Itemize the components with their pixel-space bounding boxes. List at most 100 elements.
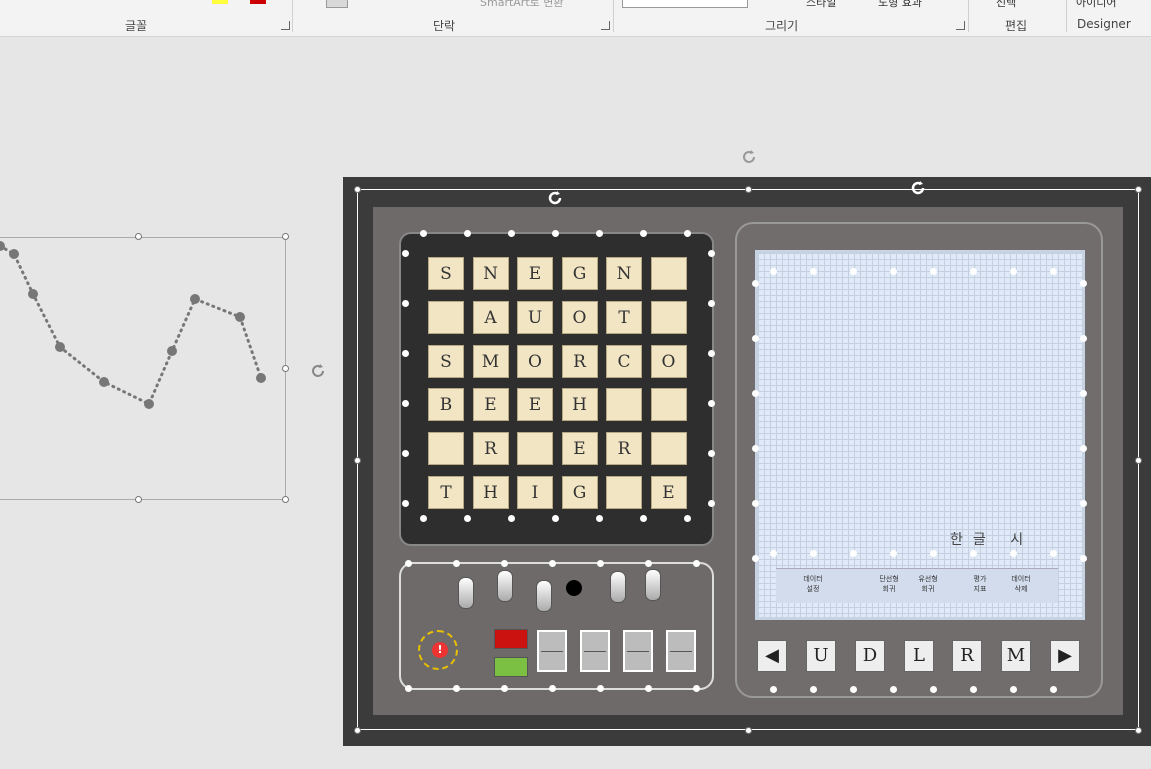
shape-point-handle[interactable]: [640, 515, 647, 522]
resize-handle[interactable]: [135, 496, 142, 503]
rotate-handle-icon[interactable]: [908, 178, 928, 198]
shape-point-handle[interactable]: [453, 560, 460, 567]
shape-point-handle[interactable]: [810, 550, 817, 557]
resize-handle[interactable]: [745, 186, 752, 193]
shape-point-handle[interactable]: [402, 350, 409, 357]
shape-point-handle[interactable]: [402, 300, 409, 307]
resize-handle[interactable]: [282, 365, 289, 372]
font-dialog-launcher-icon[interactable]: [281, 21, 290, 30]
shape-point-handle[interactable]: [640, 230, 647, 237]
resize-handle[interactable]: [1135, 186, 1142, 193]
shape-point-handle[interactable]: [708, 450, 715, 457]
shape-point-handle[interactable]: [402, 250, 409, 257]
resize-handle[interactable]: [282, 496, 289, 503]
smartart-convert-button[interactable]: SmartArt로 변환: [480, 0, 564, 10]
shape-point-handle[interactable]: [1080, 280, 1087, 287]
rotate-handle-icon[interactable]: [545, 188, 565, 208]
shape-point-handle[interactable]: [1010, 268, 1017, 275]
shape-point-handle[interactable]: [1050, 268, 1057, 275]
shape-point-handle[interactable]: [850, 268, 857, 275]
shape-point-handle[interactable]: [1080, 335, 1087, 342]
shape-point-handle[interactable]: [549, 560, 556, 567]
shape-point-handle[interactable]: [453, 685, 460, 692]
resize-handle[interactable]: [1135, 727, 1142, 734]
font-color-swatch[interactable]: [250, 0, 266, 4]
shape-point-handle[interactable]: [693, 685, 700, 692]
curve-chart[interactable]: [0, 240, 290, 510]
shape-point-handle[interactable]: [405, 685, 412, 692]
shape-point-handle[interactable]: [464, 230, 471, 237]
drawing-dialog-launcher-icon[interactable]: [956, 21, 965, 30]
shape-point-handle[interactable]: [970, 268, 977, 275]
shape-point-handle[interactable]: [970, 550, 977, 557]
shape-point-handle[interactable]: [752, 555, 759, 562]
paragraph-dialog-launcher-icon[interactable]: [601, 21, 610, 30]
shape-point-handle[interactable]: [850, 550, 857, 557]
shape-point-handle[interactable]: [770, 550, 777, 557]
resize-handle[interactable]: [1135, 457, 1142, 464]
shape-point-handle[interactable]: [970, 686, 977, 693]
shape-point-handle[interactable]: [850, 686, 857, 693]
shape-point-handle[interactable]: [930, 550, 937, 557]
shape-point-handle[interactable]: [1080, 500, 1087, 507]
shape-point-handle[interactable]: [752, 500, 759, 507]
shape-point-handle[interactable]: [752, 335, 759, 342]
resize-handle[interactable]: [354, 727, 361, 734]
shape-point-handle[interactable]: [402, 500, 409, 507]
shape-point-handle[interactable]: [810, 268, 817, 275]
shape-point-handle[interactable]: [508, 515, 515, 522]
shape-point-handle[interactable]: [1080, 390, 1087, 397]
shape-point-handle[interactable]: [420, 230, 427, 237]
shape-point-handle[interactable]: [1080, 445, 1087, 452]
shape-point-handle[interactable]: [770, 268, 777, 275]
shape-point-handle[interactable]: [596, 515, 603, 522]
shape-point-handle[interactable]: [684, 515, 691, 522]
shape-point-handle[interactable]: [708, 300, 715, 307]
shape-effects-button[interactable]: 도형 효과: [878, 0, 922, 10]
resize-handle[interactable]: [354, 457, 361, 464]
quick-styles-button[interactable]: 스타일: [806, 0, 836, 10]
resize-handle[interactable]: [135, 233, 142, 240]
shape-point-handle[interactable]: [596, 230, 603, 237]
shape-point-handle[interactable]: [645, 560, 652, 567]
shape-point-handle[interactable]: [890, 268, 897, 275]
shape-point-handle[interactable]: [1050, 686, 1057, 693]
shape-point-handle[interactable]: [708, 350, 715, 357]
shape-point-handle[interactable]: [501, 685, 508, 692]
shape-point-handle[interactable]: [810, 686, 817, 693]
shape-point-handle[interactable]: [464, 515, 471, 522]
shape-point-handle[interactable]: [405, 560, 412, 567]
shape-point-handle[interactable]: [402, 450, 409, 457]
shape-point-handle[interactable]: [770, 686, 777, 693]
shape-point-handle[interactable]: [1010, 550, 1017, 557]
rotate-handle-icon[interactable]: [739, 147, 759, 167]
resize-handle[interactable]: [745, 727, 752, 734]
design-ideas-button[interactable]: 아이디어: [1076, 0, 1116, 10]
shape-point-handle[interactable]: [552, 515, 559, 522]
shape-point-handle[interactable]: [508, 230, 515, 237]
shape-gallery[interactable]: [622, 0, 748, 8]
shape-point-handle[interactable]: [708, 400, 715, 407]
shape-point-handle[interactable]: [890, 686, 897, 693]
shape-point-handle[interactable]: [1050, 550, 1057, 557]
select-button[interactable]: 선택: [996, 0, 1016, 10]
shape-point-handle[interactable]: [1010, 686, 1017, 693]
shape-point-handle[interactable]: [890, 550, 897, 557]
shape-point-handle[interactable]: [597, 560, 604, 567]
shape-swatch[interactable]: [326, 0, 348, 8]
highlight-color-swatch[interactable]: [212, 0, 228, 4]
shape-point-handle[interactable]: [684, 230, 691, 237]
rotate-handle-icon[interactable]: [308, 361, 328, 381]
shape-point-handle[interactable]: [597, 685, 604, 692]
shape-point-handle[interactable]: [402, 400, 409, 407]
shape-point-handle[interactable]: [693, 560, 700, 567]
shape-point-handle[interactable]: [708, 250, 715, 257]
shape-point-handle[interactable]: [930, 686, 937, 693]
shape-point-handle[interactable]: [420, 515, 427, 522]
resize-handle[interactable]: [282, 233, 289, 240]
shape-point-handle[interactable]: [1080, 555, 1087, 562]
shape-point-handle[interactable]: [708, 500, 715, 507]
shape-point-handle[interactable]: [752, 390, 759, 397]
shape-point-handle[interactable]: [552, 230, 559, 237]
shape-point-handle[interactable]: [645, 685, 652, 692]
